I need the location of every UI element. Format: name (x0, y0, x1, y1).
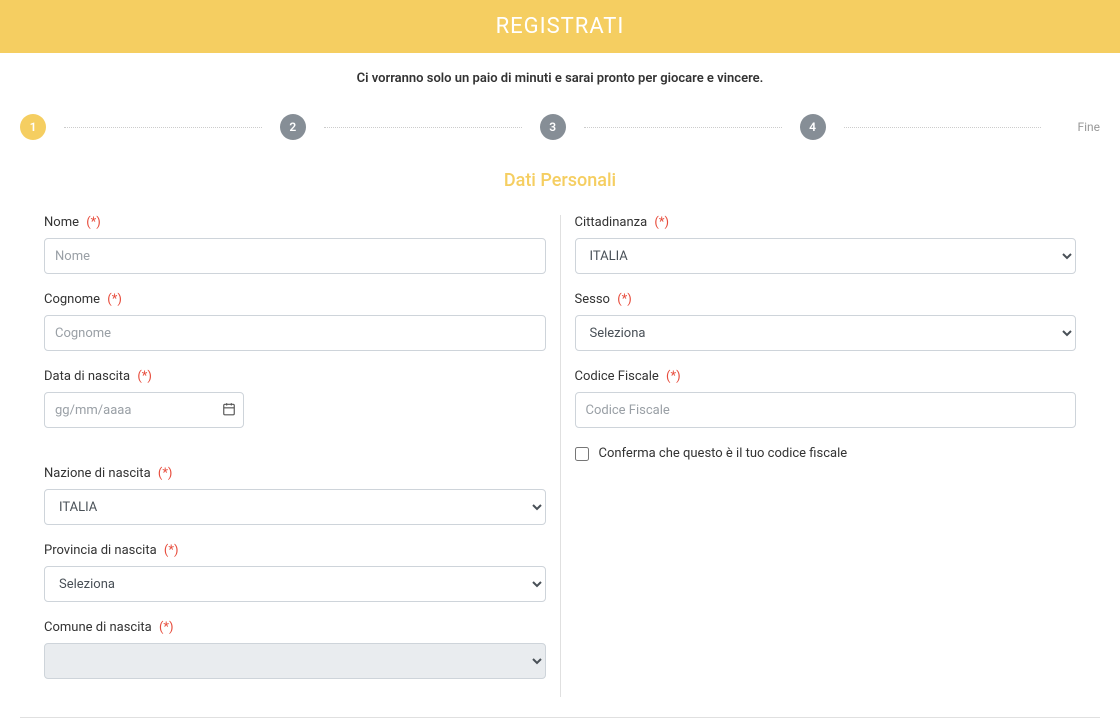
form-column-right: Cittadinanza (*) ITALIA Sesso (*) Selezi… (561, 215, 1091, 697)
label-data-nascita-text: Data di nascita (44, 369, 130, 384)
label-provincia-nascita: Provincia di nascita (*) (44, 543, 546, 558)
select-provincia-nascita[interactable]: Seleziona (44, 566, 546, 602)
step-2[interactable]: 2 (280, 114, 306, 140)
label-nazione-nascita-text: Nazione di nascita (44, 466, 151, 481)
select-sesso[interactable]: Seleziona (575, 315, 1077, 351)
form-column-left: Nome (*) Cognome (*) Data di nascita (*) (30, 215, 561, 697)
field-cognome: Cognome (*) (44, 292, 546, 351)
field-codice-fiscale: Codice Fiscale (*) (575, 369, 1077, 428)
header-banner: REGISTRATI (0, 0, 1120, 53)
select-cittadinanza[interactable]: ITALIA (575, 238, 1077, 274)
required-mark: (*) (654, 215, 669, 230)
required-mark: (*) (86, 215, 101, 230)
label-comune-nascita-text: Comune di nascita (44, 620, 152, 635)
select-comune-nascita[interactable] (44, 643, 546, 679)
label-comune-nascita: Comune di nascita (*) (44, 620, 546, 635)
select-nazione-nascita[interactable]: ITALIA (44, 489, 546, 525)
label-sesso-text: Sesso (575, 292, 610, 307)
step-4[interactable]: 4 (800, 114, 826, 140)
input-cognome[interactable] (44, 315, 546, 351)
required-mark: (*) (137, 369, 152, 384)
step-end-label: Fine (1077, 120, 1100, 134)
label-codice-fiscale: Codice Fiscale (*) (575, 369, 1077, 384)
step-line (64, 127, 262, 128)
field-comune-nascita: Comune di nascita (*) (44, 620, 546, 679)
label-nazione-nascita: Nazione di nascita (*) (44, 466, 546, 481)
step-3[interactable]: 3 (540, 114, 566, 140)
form-container: Nome (*) Cognome (*) Data di nascita (*) (0, 215, 1120, 717)
header-title: REGISTRATI (496, 14, 625, 39)
field-nome: Nome (*) (44, 215, 546, 274)
step-line (324, 127, 522, 128)
step-line (584, 127, 782, 128)
field-data-nascita: Data di nascita (*) (44, 369, 546, 428)
stepper: 1 2 3 4 Fine (0, 104, 1120, 170)
checkbox-confirm-cf[interactable] (575, 447, 589, 461)
label-cittadinanza: Cittadinanza (*) (575, 215, 1077, 230)
label-nome-text: Nome (44, 215, 79, 230)
required-mark: (*) (666, 369, 681, 384)
label-provincia-nascita-text: Provincia di nascita (44, 543, 157, 558)
label-cognome-text: Cognome (44, 292, 100, 307)
label-cittadinanza-text: Cittadinanza (575, 215, 648, 230)
field-provincia-nascita: Provincia di nascita (*) Seleziona (44, 543, 546, 602)
input-codice-fiscale[interactable] (575, 392, 1077, 428)
subheader-text: Ci vorranno solo un paio di minuti e sar… (0, 53, 1120, 104)
label-nome: Nome (*) (44, 215, 546, 230)
input-data-nascita[interactable] (44, 392, 244, 428)
required-mark: (*) (107, 292, 122, 307)
required-mark: (*) (159, 620, 174, 635)
field-sesso: Sesso (*) Seleziona (575, 292, 1077, 351)
label-confirm-cf: Conferma che questo è il tuo codice fisc… (599, 446, 848, 461)
field-cittadinanza: Cittadinanza (*) ITALIA (575, 215, 1077, 274)
label-cognome: Cognome (*) (44, 292, 546, 307)
required-mark: (*) (158, 466, 173, 481)
label-codice-fiscale-text: Codice Fiscale (575, 369, 659, 384)
required-mark: (*) (164, 543, 179, 558)
required-mark: (*) (617, 292, 632, 307)
input-nome[interactable] (44, 238, 546, 274)
label-sesso: Sesso (*) (575, 292, 1077, 307)
step-line (844, 127, 1042, 128)
confirm-cf-row: Conferma che questo è il tuo codice fisc… (575, 446, 1077, 461)
field-nazione-nascita: Nazione di nascita (*) ITALIA (44, 466, 546, 525)
step-1[interactable]: 1 (20, 114, 46, 140)
label-data-nascita: Data di nascita (*) (44, 369, 546, 384)
section-title: Dati Personali (0, 170, 1120, 191)
